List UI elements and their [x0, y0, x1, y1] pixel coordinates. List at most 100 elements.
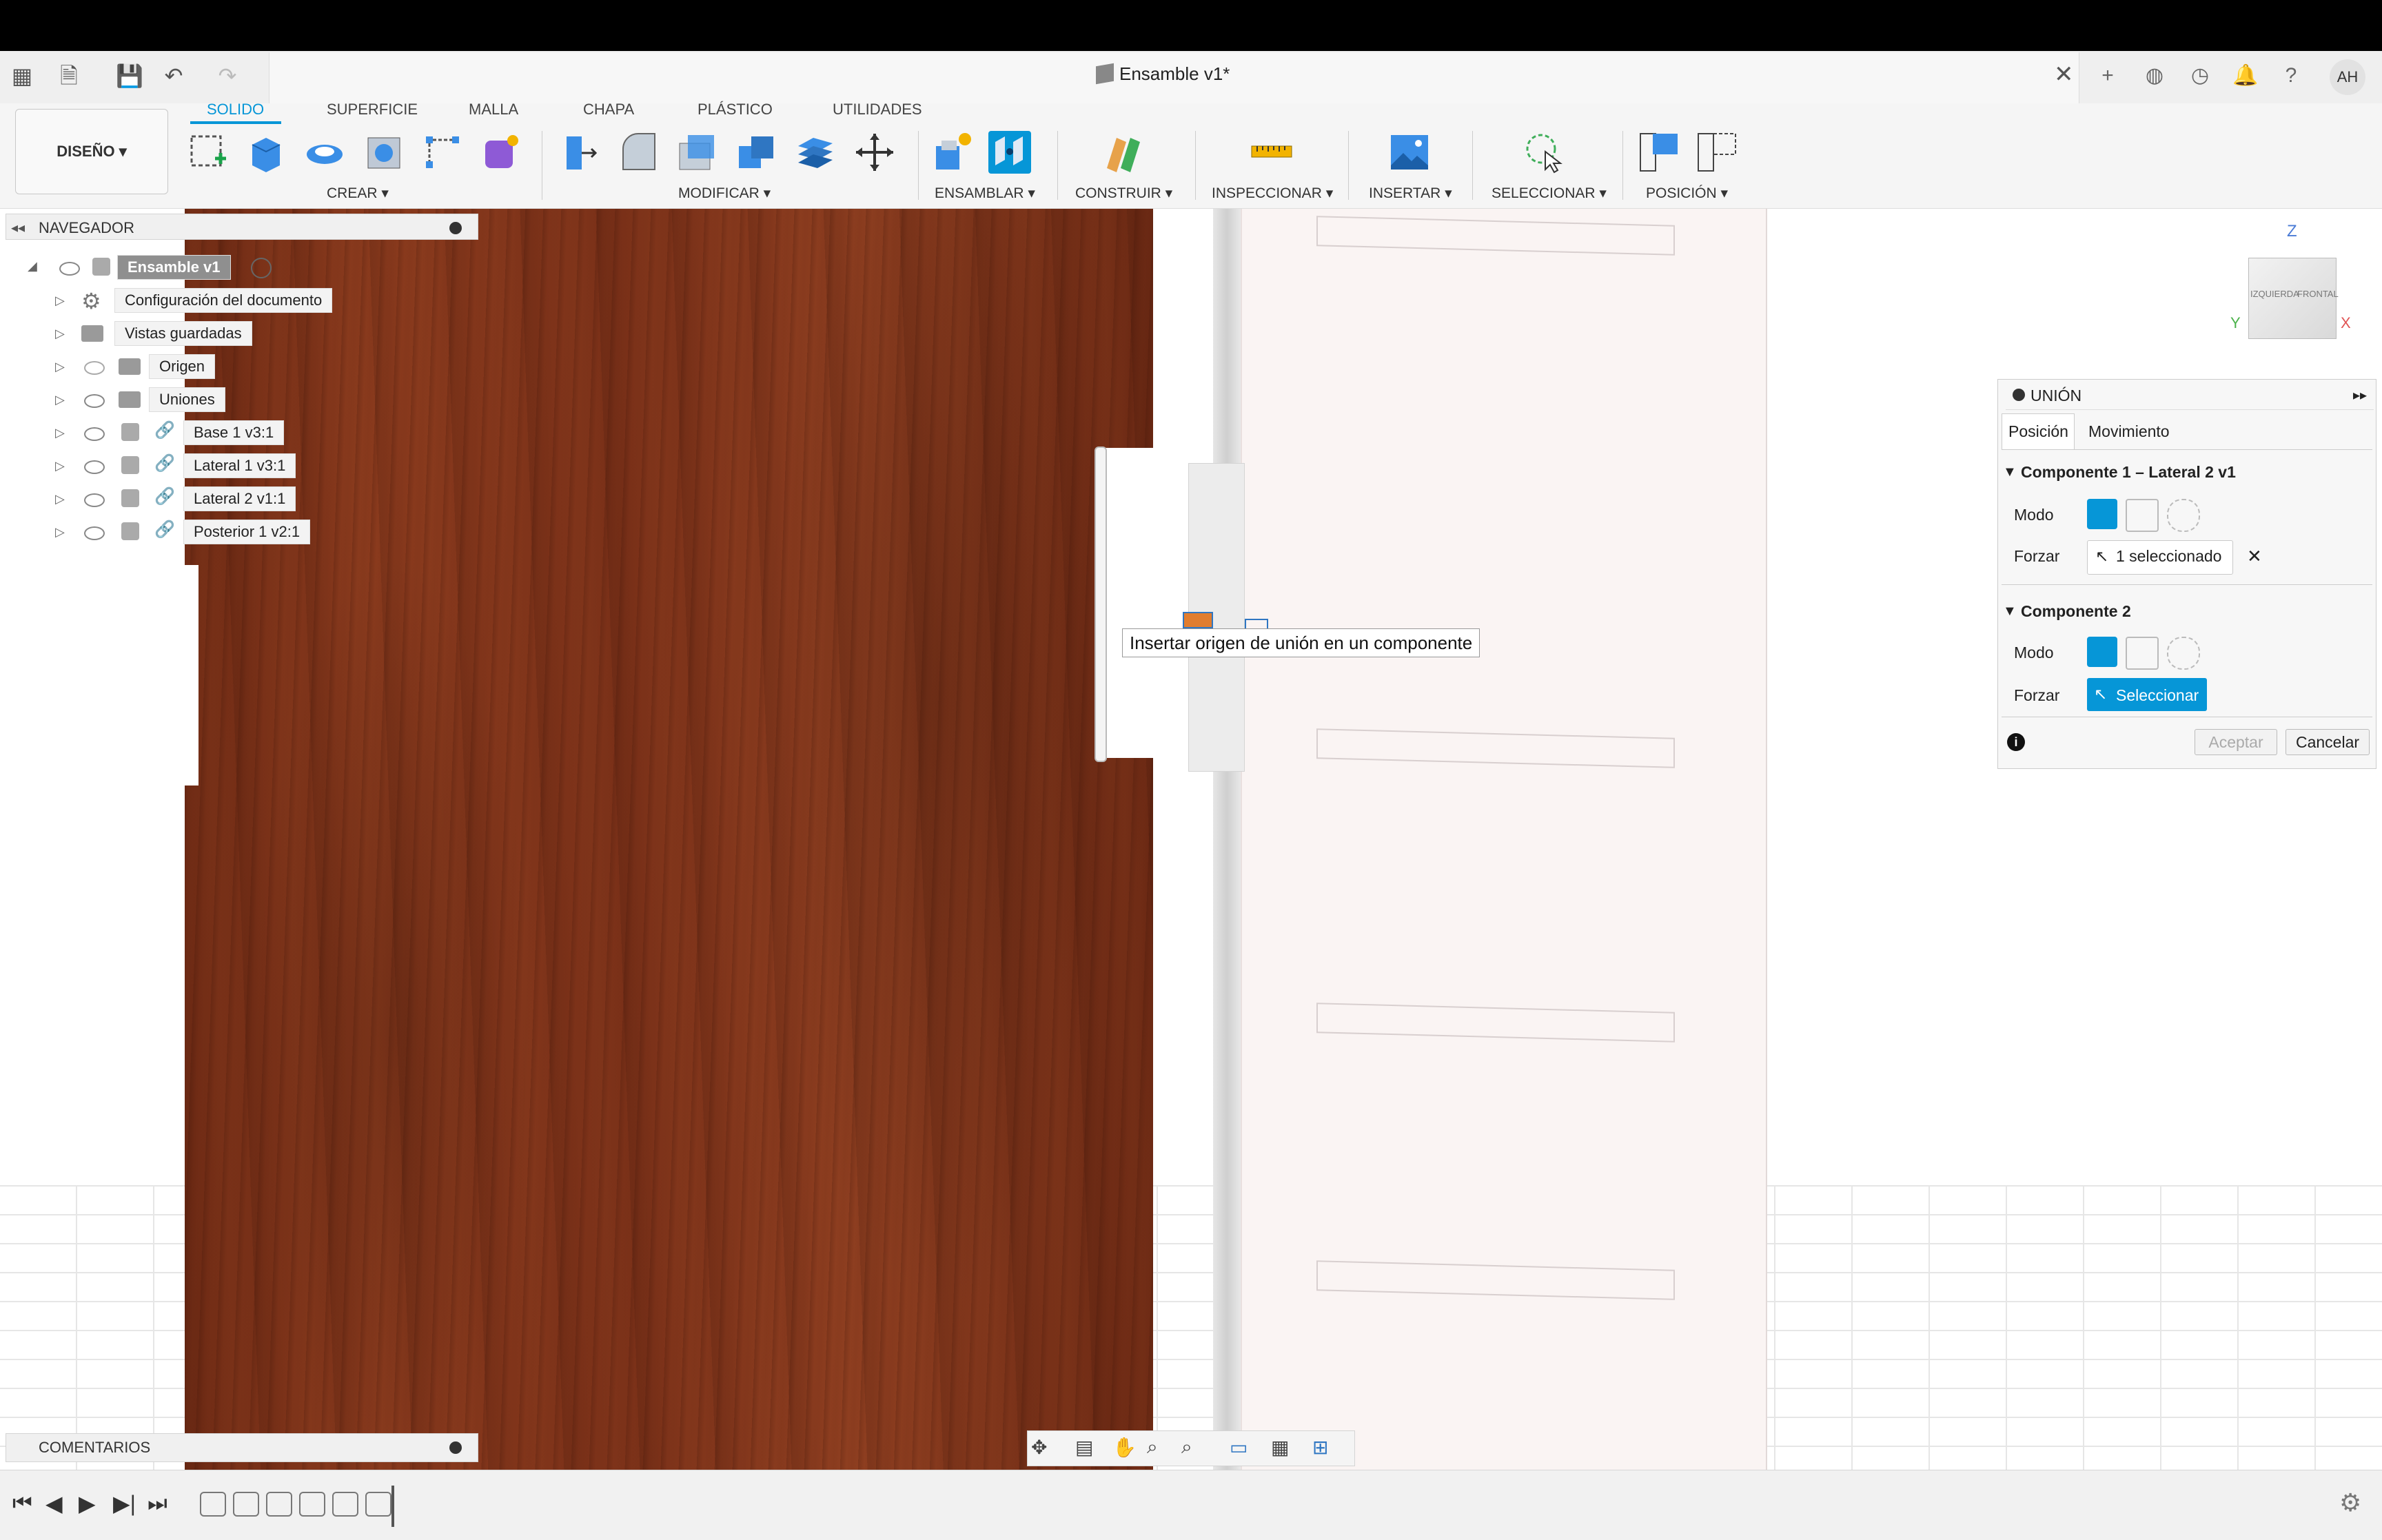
job-status-icon[interactable]: ◷	[2185, 61, 2215, 91]
file-icon[interactable]: 🗎	[55, 62, 83, 90]
fit-icon[interactable]: ⌕	[1181, 1436, 1192, 1459]
expand-icon[interactable]: ▷	[55, 327, 65, 341]
timeline-settings-gear-icon[interactable]: ⚙	[2339, 1488, 2361, 1517]
zoom-icon[interactable]: ⌕	[1147, 1436, 1158, 1459]
group-crear[interactable]: CREAR ▾	[327, 185, 389, 202]
view-cube[interactable]: IZQUIERDA FRONTAL	[2248, 258, 2339, 339]
visibility-eye-icon[interactable]	[84, 493, 105, 507]
new-component-icon[interactable]	[932, 131, 975, 174]
model-wood-panel[interactable]	[185, 209, 1153, 1470]
timeline-joint-feature-icon[interactable]	[266, 1492, 292, 1517]
visibility-eye-icon[interactable]	[84, 427, 105, 441]
press-pull-icon[interactable]	[558, 131, 601, 174]
extrude-icon[interactable]	[245, 131, 288, 174]
tab-posicion[interactable]: Posición	[2008, 422, 2068, 441]
viewcube-front-face[interactable]: FRONTAL	[2297, 289, 2339, 299]
extensions-icon[interactable]: ◍	[2139, 61, 2170, 91]
activate-radio-icon[interactable]	[251, 258, 272, 278]
pattern-icon[interactable]	[422, 131, 465, 174]
create-form-icon[interactable]	[480, 131, 522, 174]
component2-header[interactable]: Componente 2	[2021, 602, 2131, 621]
hidden-eye-icon[interactable]	[84, 361, 105, 375]
revolve-icon[interactable]	[303, 131, 346, 174]
group-inspeccionar[interactable]: INSPECCIONAR ▾	[1212, 185, 1333, 202]
info-icon[interactable]: i	[2007, 733, 2025, 751]
close-tab-icon[interactable]: ✕	[2054, 61, 2074, 88]
navigator-options-icon[interactable]	[449, 222, 462, 234]
orbit-icon[interactable]: ✥	[1031, 1436, 1047, 1459]
expand-icon[interactable]: ▷	[55, 525, 65, 540]
nav-item-vistas[interactable]: Vistas guardadas	[114, 321, 252, 346]
visibility-eye-icon[interactable]	[84, 394, 105, 408]
workspace-dropdown[interactable]: DISEÑO ▾	[15, 109, 168, 194]
nav-item-origen[interactable]: Origen	[149, 354, 216, 379]
model-side-panel-edge[interactable]	[1213, 209, 1241, 1470]
fillet-icon[interactable]	[618, 131, 660, 174]
expand-icon[interactable]: ◢	[28, 259, 37, 274]
between-two-faces-icon[interactable]	[2126, 637, 2159, 670]
component1-header[interactable]: Componente 1 – Lateral 2 v1	[2021, 463, 2236, 482]
nav-item-lateral-2[interactable]: Lateral 2 v1:1	[183, 486, 296, 511]
timeline-marker[interactable]	[391, 1486, 394, 1527]
user-avatar[interactable]: AH	[2330, 59, 2365, 95]
cancel-button[interactable]: Cancelar	[2286, 729, 2370, 755]
expand-icon[interactable]: ▷	[55, 294, 65, 308]
expand-icon[interactable]: ▷	[55, 492, 65, 506]
notifications-icon[interactable]: 🔔	[2230, 61, 2261, 91]
collapse-icon[interactable]: ▼	[2003, 464, 2017, 480]
timeline-joint-feature-icon[interactable]	[299, 1492, 325, 1517]
group-insertar[interactable]: INSERTAR ▾	[1369, 185, 1452, 202]
nav-item-posterior-1[interactable]: Posterior 1 v2:1	[183, 520, 311, 544]
expand-icon[interactable]: ▷	[55, 459, 65, 473]
tab-superficie[interactable]: SUPERFICIE	[327, 101, 418, 119]
visibility-eye-icon[interactable]	[84, 460, 105, 474]
tab-solido[interactable]: SOLIDO	[207, 101, 264, 119]
collapse-navigator-icon[interactable]: ◂◂	[11, 219, 25, 236]
step-back-icon[interactable]: ◀	[45, 1490, 63, 1517]
timeline-joint-feature-icon[interactable]	[200, 1492, 226, 1517]
collapse-icon[interactable]: ▼	[2003, 604, 2017, 619]
save-icon[interactable]: 💾	[116, 62, 143, 90]
timeline-joint-feature-icon[interactable]	[233, 1492, 259, 1517]
look-at-icon[interactable]: ▤	[1075, 1436, 1093, 1459]
hole-icon[interactable]	[363, 131, 405, 174]
nav-item-ensamble[interactable]: Ensamble v1	[117, 255, 231, 280]
new-tab-icon[interactable]: +	[2093, 61, 2123, 91]
nav-item-base-1[interactable]: Base 1 v3:1	[183, 420, 285, 445]
go-to-start-icon[interactable]: ⏮	[12, 1490, 32, 1517]
nav-item-lateral-1[interactable]: Lateral 1 v3:1	[183, 453, 296, 478]
create-sketch-icon[interactable]	[187, 131, 230, 174]
ok-button[interactable]: Aceptar	[2195, 729, 2277, 755]
group-modificar[interactable]: MODIFICAR ▾	[678, 185, 771, 202]
shell-icon[interactable]	[675, 131, 718, 174]
nav-item-uniones[interactable]: Uniones	[149, 387, 225, 412]
dialog-options-icon[interactable]	[2013, 389, 2025, 401]
tab-utilidades[interactable]: UTILIDADES	[833, 101, 922, 119]
visibility-eye-icon[interactable]	[59, 262, 80, 276]
go-to-end-icon[interactable]: ⏭	[147, 1490, 167, 1517]
nav-item-configuracion[interactable]: Configuración del documento	[114, 288, 333, 313]
step-forward-icon[interactable]: ▶|	[113, 1490, 136, 1517]
capture-position-icon[interactable]	[1638, 131, 1680, 174]
help-icon[interactable]: ?	[2276, 61, 2306, 91]
expand-icon[interactable]: ▷	[55, 393, 65, 407]
group-seleccionar[interactable]: SELECCIONAR ▾	[1492, 185, 1607, 202]
expand-icon[interactable]: ▷	[55, 426, 65, 440]
viewcube-left-face[interactable]: IZQUIERDA	[2250, 289, 2299, 299]
select-icon[interactable]	[1523, 131, 1566, 174]
pan-icon[interactable]: ✋	[1112, 1436, 1137, 1459]
tab-movimiento[interactable]: Movimiento	[2088, 422, 2170, 441]
construct-plane-icon[interactable]	[1103, 131, 1146, 174]
undo-icon[interactable]: ↶	[160, 62, 187, 90]
two-edge-intersection-icon[interactable]	[2167, 637, 2200, 670]
tab-malla[interactable]: MALLA	[469, 101, 518, 119]
visibility-eye-icon[interactable]	[84, 526, 105, 540]
play-icon[interactable]: ▶	[79, 1490, 96, 1517]
combine-icon[interactable]	[735, 131, 777, 174]
tab-plastico[interactable]: PLÁSTICO	[698, 101, 773, 119]
offset-face-icon[interactable]	[794, 131, 837, 174]
display-settings-icon[interactable]: ▭	[1230, 1436, 1248, 1459]
measure-icon[interactable]	[1250, 131, 1293, 174]
joint-icon[interactable]	[988, 131, 1031, 174]
tab-chapa[interactable]: CHAPA	[583, 101, 634, 119]
